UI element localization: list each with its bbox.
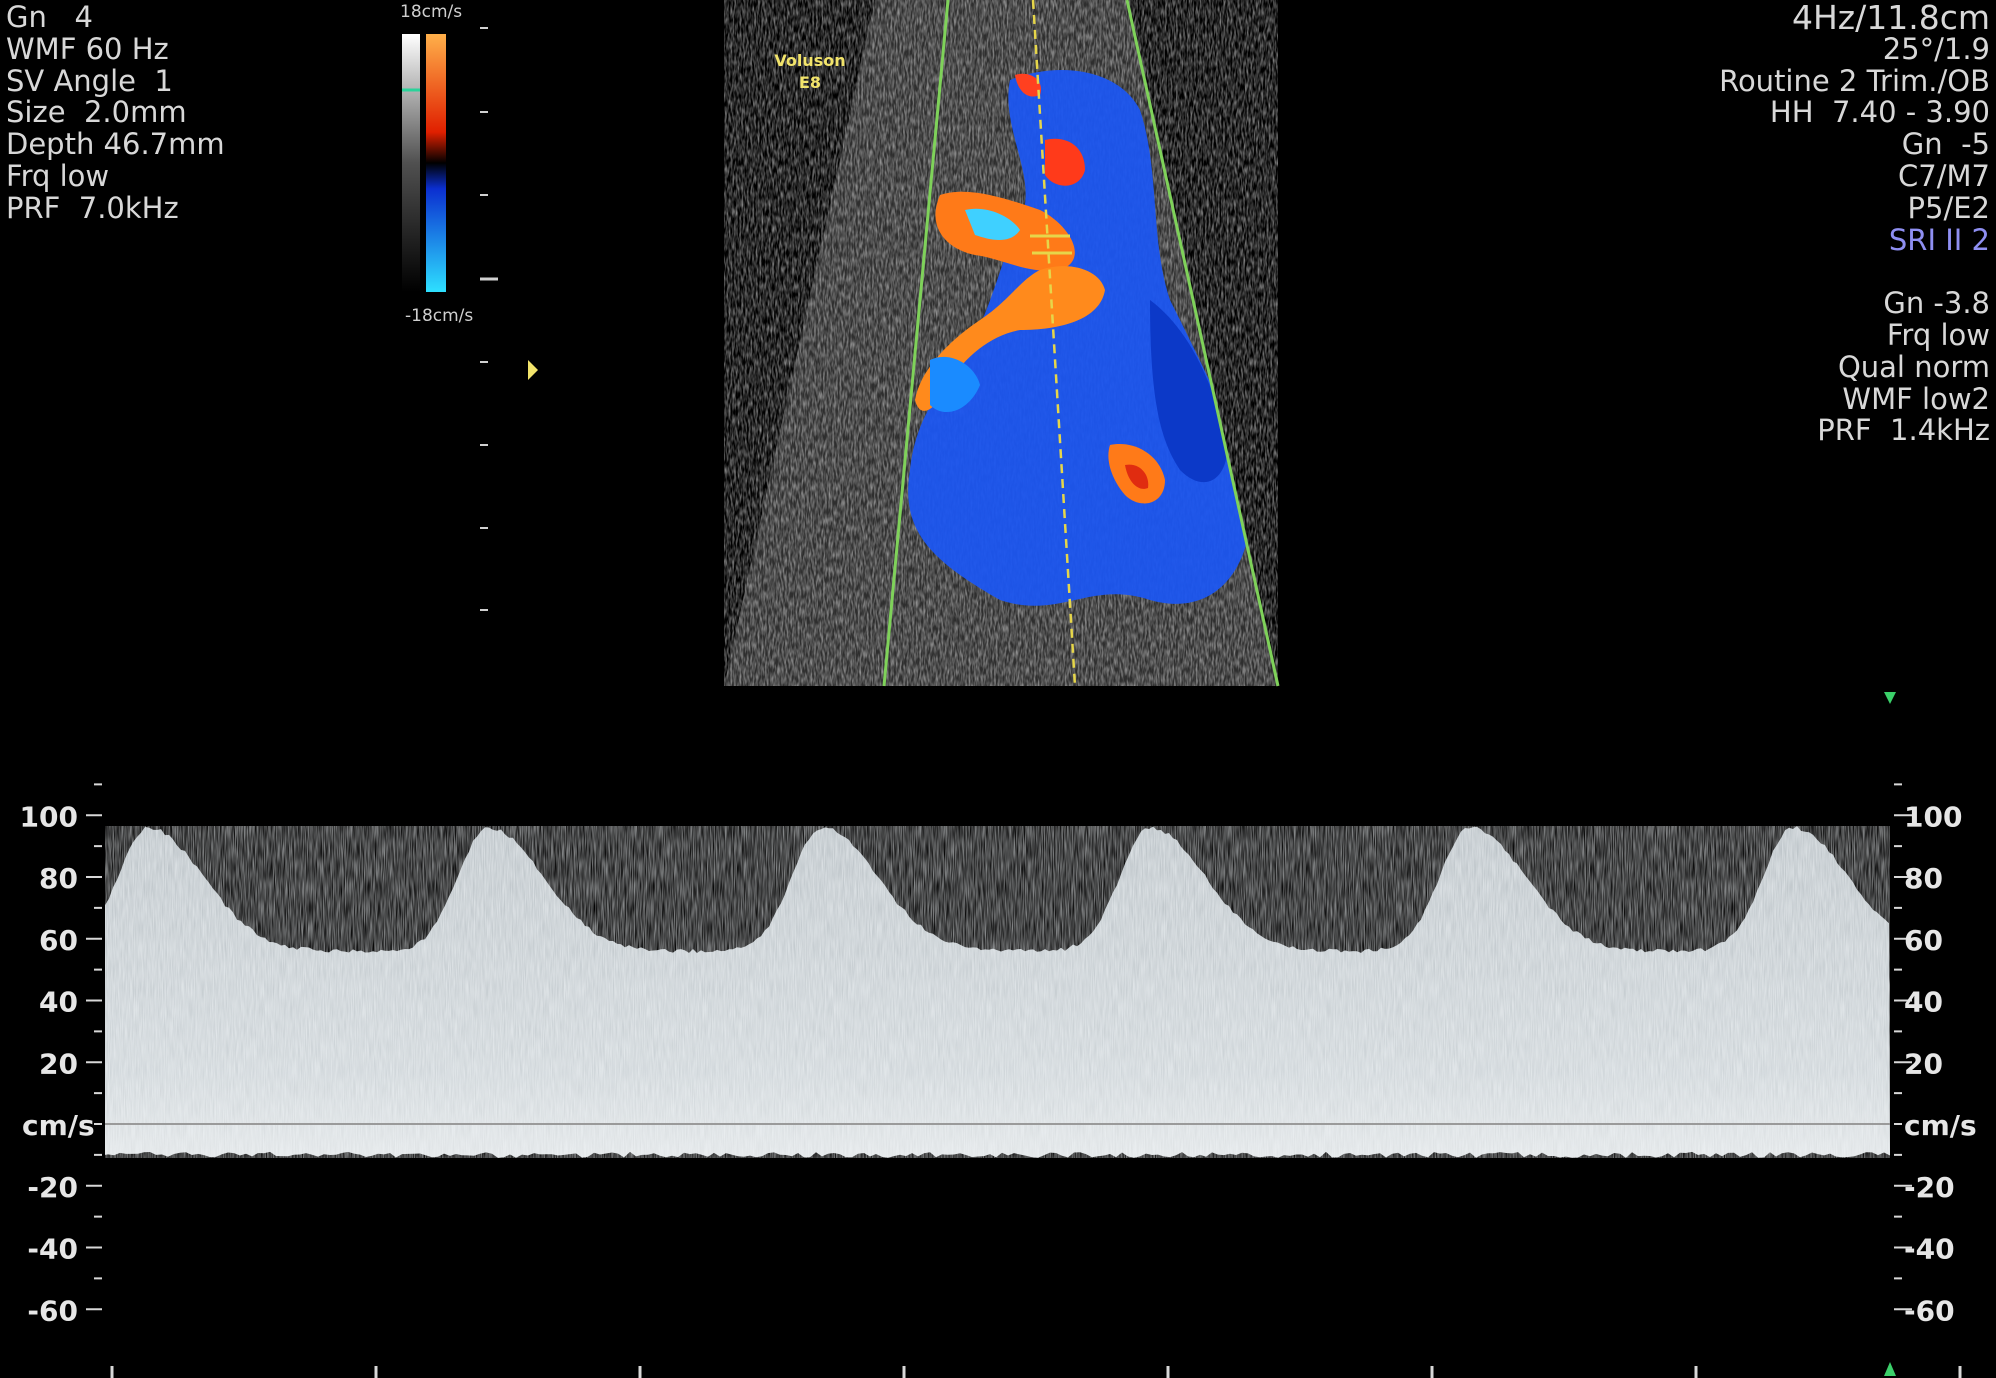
velocity-tick-label-right: -20 — [1904, 1171, 1955, 1204]
spacer — [1719, 256, 1990, 288]
right-param-line: HH 7.40 - 3.90 — [1719, 97, 1990, 129]
color-bar-min-label: -18cm/s — [405, 306, 473, 326]
brand-model: E8 — [760, 72, 860, 94]
frame-rate-depth: 4Hz/11.8cm — [1719, 2, 1990, 34]
velocity-tick-label-right: 20 — [1904, 1047, 1943, 1080]
velocity-tick-label-right: 40 — [1904, 986, 1943, 1019]
velocity-tick-label-left: -40 — [27, 1233, 78, 1266]
velocity-tick-label-right: -40 — [1904, 1233, 1955, 1266]
left-param-line: Depth 46.7mm — [6, 129, 225, 161]
right-param-line: Gn -3.8 — [1719, 288, 1990, 320]
left-param-line: Gn 4 — [6, 2, 225, 34]
velocity-tick-label-left: 20 — [39, 1047, 78, 1080]
color-bar-max-label: 18cm/s — [400, 2, 462, 22]
right-param-line: PRF 1.4kHz — [1719, 415, 1990, 447]
velocity-tick-label-left: 100 — [20, 800, 78, 833]
left-param-line: Size 2.0mm — [6, 97, 225, 129]
spectral-doppler-display: 100 100 80 80 60 60 40 40 20 20 -20 -20 -40 -40 -60 -60… — [0, 0, 1996, 1378]
right-param-line: Gn -5 — [1719, 129, 1990, 161]
unit-label-left: cm/s — [22, 1109, 95, 1142]
right-param-line: C7/M7 — [1719, 161, 1990, 193]
unit-label-right: cm/s — [1904, 1109, 1977, 1142]
left-parameter-panel: Gn 4 WMF 60 Hz SV Angle 1 Size 2.0mm Depth 4… — [6, 2, 225, 225]
velocity-tick-label-left: 40 — [39, 986, 78, 1019]
velocity-tick-label-right: 80 — [1904, 862, 1943, 895]
left-param-line: Frq low — [6, 161, 225, 193]
velocity-tick-label-left: -60 — [27, 1294, 78, 1327]
right-param-line: Routine 2 Trim./OB — [1719, 66, 1990, 98]
right-param-line: Frq low — [1719, 320, 1990, 352]
velocity-tick-label-right: -60 — [1904, 1294, 1955, 1327]
doppler-spectrum-waveform — [105, 826, 1890, 1158]
sweep-marker-icon — [1884, 692, 1896, 704]
brand-name: Voluson — [760, 50, 860, 72]
velocity-tick-label-left: -20 — [27, 1171, 78, 1204]
sweep-marker-bottom-icon — [1884, 1362, 1896, 1376]
right-param-line: P5/E2 — [1719, 193, 1990, 225]
velocity-tick-label-right: 100 — [1904, 800, 1962, 833]
right-param-line: 25°/1.9 — [1719, 34, 1990, 66]
time-scale — [112, 1366, 1996, 1378]
right-parameter-panel: 4Hz/11.8cm 25°/1.9 Routine 2 Trim./OB HH 7.… — [1719, 2, 1990, 447]
velocity-tick-label-left: 80 — [39, 862, 78, 895]
velocity-tick-label-right: 60 — [1904, 924, 1943, 957]
left-param-line: WMF 60 Hz — [6, 34, 225, 66]
left-param-line: PRF 7.0kHz — [6, 193, 225, 225]
right-param-line: Qual norm — [1719, 352, 1990, 384]
right-param-line: WMF low2 — [1719, 384, 1990, 416]
sri-setting: SRI II 2 — [1719, 225, 1990, 257]
left-param-line: SV Angle 1 — [6, 66, 225, 98]
velocity-tick-label-left: 60 — [39, 924, 78, 957]
device-brand: Voluson E8 — [760, 50, 860, 94]
